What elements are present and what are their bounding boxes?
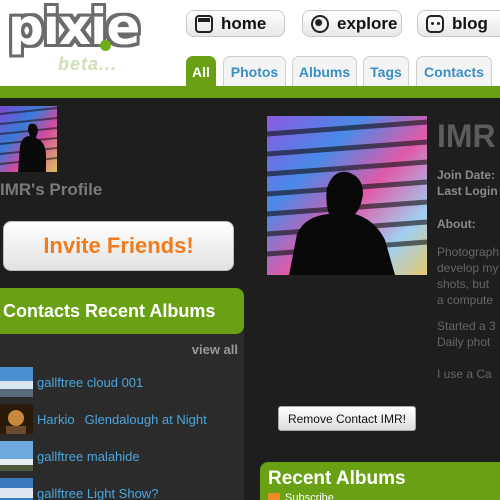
profile-title: IMR's Profile	[0, 180, 103, 199]
list-item[interactable]: gallftree cloud 001	[0, 366, 244, 398]
list-item[interactable]: gallftree malahide	[0, 440, 244, 472]
face-icon	[426, 14, 444, 33]
tab-all[interactable]: All	[186, 56, 216, 86]
about-text: shots, but	[437, 277, 490, 291]
about-label: About:	[437, 217, 476, 231]
about-text: a compute	[437, 293, 494, 307]
profile-name: IMR	[437, 118, 496, 154]
nav-blog-button[interactable]: blog	[417, 10, 500, 37]
view-all-link[interactable]: view all	[192, 342, 238, 357]
last-login-label: Last Login	[437, 184, 498, 198]
join-date-label: Join Date:	[437, 168, 496, 182]
recent-albums-panel: Recent Albums Subscribe	[260, 462, 500, 500]
album-owner[interactable]: Harkio	[37, 412, 75, 427]
recent-albums-title: Recent Albums	[268, 468, 406, 489]
logo-dot	[100, 40, 111, 51]
list-item[interactable]: Harkio Glendalough at Night	[0, 403, 244, 435]
album-owner[interactable]: gallftree	[37, 486, 83, 500]
globe-icon	[311, 14, 329, 33]
pixie-logo[interactable]: pixie beta...	[8, 0, 148, 84]
contacts-panel-title: Contacts Recent Albums	[0, 288, 244, 334]
about-text: develop my	[437, 261, 499, 275]
nav-home-label: home	[221, 13, 267, 33]
album-title[interactable]: cloud 001	[87, 375, 143, 390]
album-owner[interactable]: gallftree	[37, 375, 83, 390]
about-text: Started a 3	[437, 319, 496, 333]
album-thumbnail	[0, 367, 33, 397]
album-title[interactable]: Light Show?	[87, 486, 159, 500]
nav-explore-label: explore	[337, 13, 398, 33]
album-owner[interactable]: gallftree	[37, 449, 83, 464]
subscribe-link[interactable]: Subscribe	[285, 492, 334, 500]
nav-underline-bar	[0, 86, 500, 98]
profile-photo-image	[267, 116, 427, 275]
about-text: Photograph	[437, 245, 500, 259]
album-title[interactable]: Glendalough at Night	[85, 412, 207, 427]
tab-photos[interactable]: Photos	[223, 56, 286, 86]
tab-albums[interactable]: Albums	[292, 56, 357, 86]
header: pixie beta... home explore blog All Phot…	[0, 0, 500, 88]
profile-photo[interactable]	[267, 116, 427, 275]
list-item[interactable]: gallftree Light Show?	[0, 477, 244, 500]
album-thumbnail	[0, 404, 33, 434]
contacts-recent-albums-panel: Contacts Recent Albums view all gallftre…	[0, 288, 244, 500]
profile-avatar[interactable]	[0, 106, 57, 172]
invite-friends-button[interactable]: Invite Friends!	[3, 221, 234, 271]
nav-explore-button[interactable]: explore	[302, 10, 402, 37]
album-thumbnail	[0, 441, 33, 471]
rss-icon	[268, 493, 280, 500]
avatar-image	[0, 106, 57, 172]
about-text: Daily phot	[437, 335, 491, 349]
nav-blog-label: blog	[452, 13, 488, 33]
album-title[interactable]: malahide	[87, 449, 140, 464]
nav-home-button[interactable]: home	[186, 10, 285, 37]
about-text: I use a Ca	[437, 367, 492, 381]
home-icon	[195, 14, 213, 33]
logo-text: pixie	[8, 0, 140, 56]
tab-tags[interactable]: Tags	[363, 56, 409, 86]
tab-contacts[interactable]: Contacts	[416, 56, 492, 86]
logo-beta-label: beta...	[58, 54, 118, 74]
album-thumbnail	[0, 478, 33, 500]
remove-contact-button[interactable]: Remove Contact IMR!	[278, 406, 416, 431]
